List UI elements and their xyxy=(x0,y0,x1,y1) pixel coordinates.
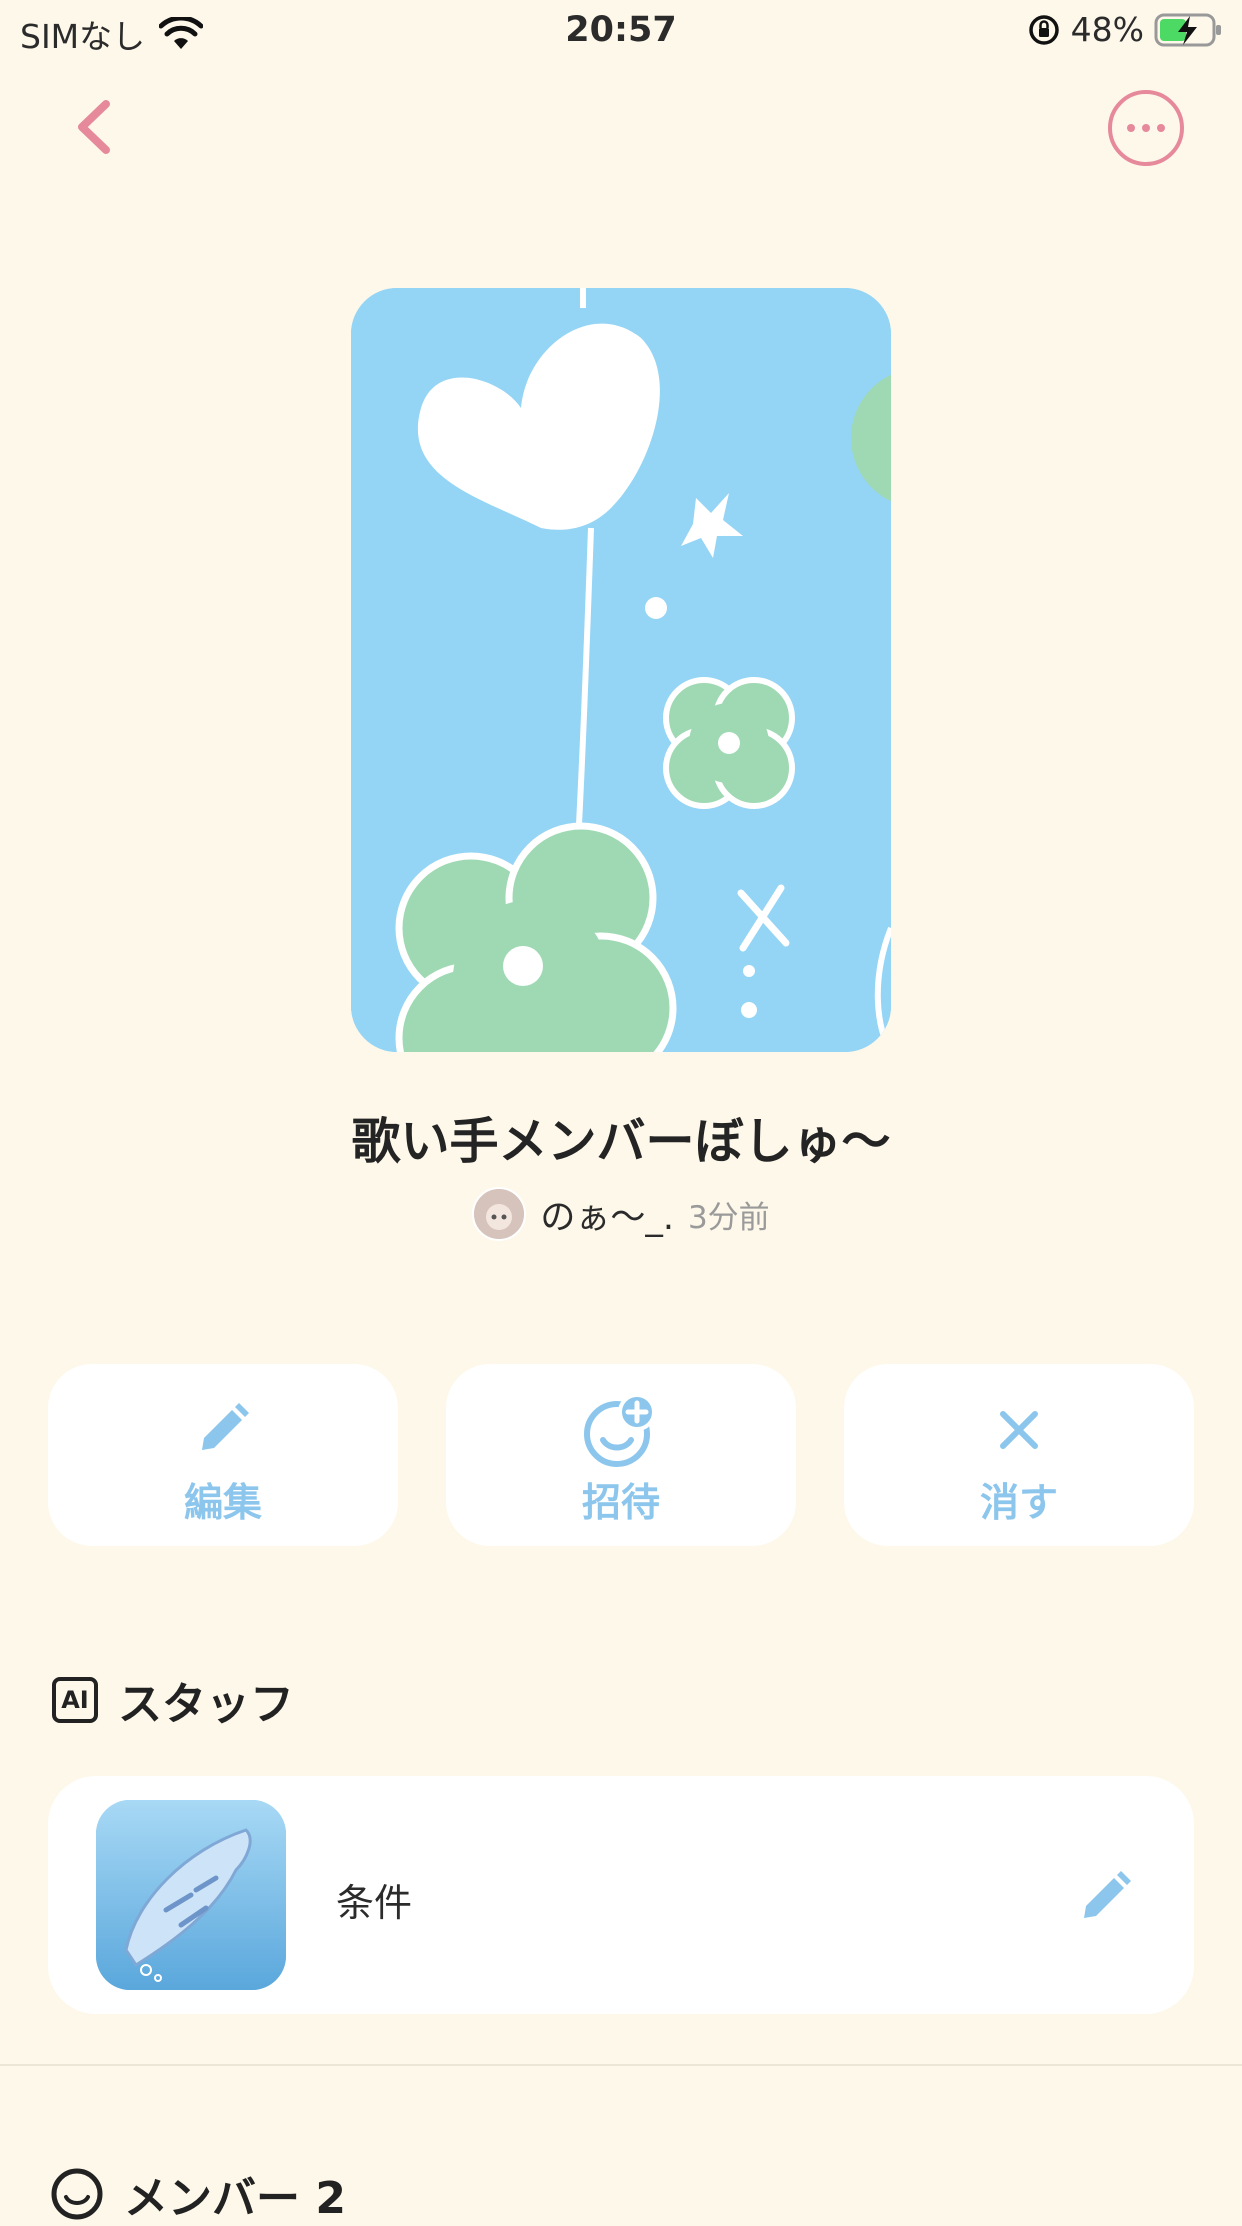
rotation-lock-icon xyxy=(1028,14,1059,45)
battery-charging-icon xyxy=(1154,13,1221,46)
pencil-icon xyxy=(1084,1871,1131,1918)
edit-label: 編集 xyxy=(183,1481,262,1526)
battery-percent: 48% xyxy=(1070,10,1144,49)
avatar[interactable] xyxy=(472,1187,527,1241)
invite-label: 招待 xyxy=(581,1481,660,1526)
staff-thumbnail xyxy=(96,1800,286,1990)
author-name[interactable]: のぁ～_. xyxy=(540,1189,674,1240)
add-user-icon xyxy=(584,1393,656,1467)
delete-button[interactable]: 消す xyxy=(844,1364,1194,1546)
status-bar: SIMなし 20:57 48% xyxy=(0,0,1242,62)
back-button[interactable] xyxy=(62,92,132,162)
divider xyxy=(0,2064,1242,2066)
members-title-text: メンバー 2 xyxy=(124,2173,346,2224)
members-section-title: メンバー 2 xyxy=(50,2162,346,2226)
more-options-button[interactable] xyxy=(1108,90,1184,166)
post-meta: のぁ～_. 3分前 xyxy=(0,1187,1242,1241)
dot xyxy=(1157,124,1165,132)
close-icon xyxy=(1000,1411,1038,1449)
staff-section-title: AI スタッフ xyxy=(52,1668,294,1732)
edit-button[interactable]: 編集 xyxy=(48,1364,398,1546)
staff-title-text: スタッフ xyxy=(118,1679,294,1730)
status-right: 48% xyxy=(1027,10,1224,49)
post-title: 歌い手メンバーぼしゅ～ xyxy=(351,1113,891,1170)
staff-item-label: 条件 xyxy=(336,1881,413,1925)
delete-label: 消す xyxy=(979,1481,1058,1526)
ai-icon: AI xyxy=(52,1677,98,1723)
staff-item[interactable]: 条件 xyxy=(48,1776,1194,2014)
pencil-icon xyxy=(202,1403,249,1450)
chevron-left-icon xyxy=(78,100,110,154)
dot xyxy=(1127,124,1135,132)
cover-image xyxy=(351,288,891,1052)
dot xyxy=(1142,124,1150,132)
smile-icon xyxy=(51,2168,103,2220)
cover-illustration xyxy=(351,288,891,1052)
staff-edit-button[interactable] xyxy=(1076,1864,1138,1930)
post-time: 3分前 xyxy=(687,1199,770,1236)
invite-button[interactable]: 招待 xyxy=(446,1364,796,1546)
